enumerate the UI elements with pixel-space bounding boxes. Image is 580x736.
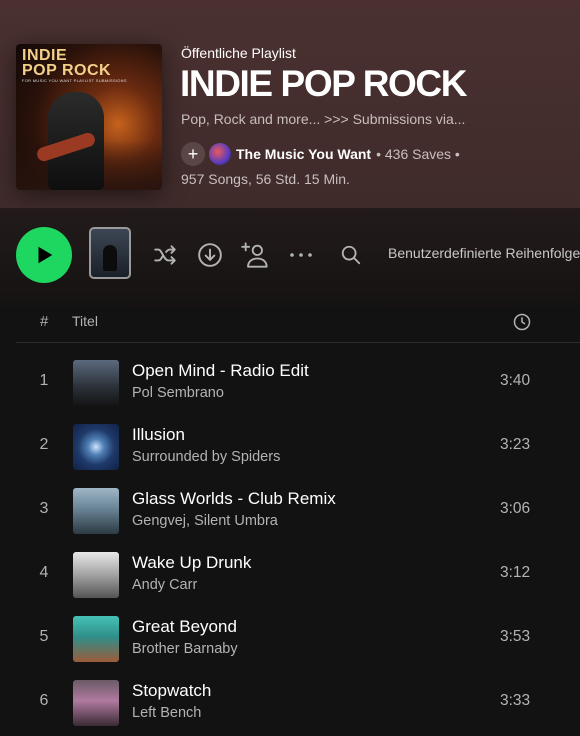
preview-figure [103,245,117,271]
track-artist[interactable]: Surrounded by Spiders [132,449,280,465]
clock-icon[interactable] [512,312,532,335]
shuffle-button[interactable] [151,241,179,269]
cover-subtitle: FOR MUSIC YOU WANT PLAYLIST SUBMISSIONS [22,78,127,83]
track-artwork [73,424,119,470]
preview-cover-button[interactable] [89,227,131,279]
owner-link[interactable]: The Music You Want [236,146,371,162]
download-icon [198,243,222,267]
track-artwork [73,616,119,662]
track-duration: 3:33 [500,692,531,709]
column-title-header[interactable]: Titel [72,313,98,329]
playlist-duration: 957 Songs, 56 Std. 15 Min. [181,171,350,187]
track-title[interactable]: Open Mind - Radio Edit [132,361,309,381]
track-artwork [73,488,119,534]
plus-icon: + [187,143,199,164]
track-artwork [73,360,119,406]
track-number: 2 [39,436,49,453]
track-title[interactable]: Stopwatch [132,681,211,701]
track-row[interactable]: 5 Great Beyond Brother Barnaby 3:53 [16,608,580,672]
track-artist[interactable]: Andy Carr [132,577,197,593]
playlist-title: INDIE POP ROCK [180,63,467,104]
sort-order-dropdown[interactable]: Benutzerdefinierte Reihenfolge [388,245,580,261]
track-table-header: # Titel [16,308,580,343]
track-row[interactable]: 1 Open Mind - Radio Edit Pol Sembrano 3:… [16,352,580,416]
search-in-playlist-button[interactable] [337,241,365,269]
track-number: 5 [39,628,49,645]
track-duration: 3:53 [500,628,531,645]
search-icon [341,245,361,265]
more-icon [290,253,312,257]
track-duration: 3:12 [500,564,531,581]
playlist-type-label: Öffentliche Playlist [181,45,296,61]
play-button[interactable] [16,227,72,283]
track-artwork [73,552,119,598]
track-row[interactable]: 2 Illusion Surrounded by Spiders 3:23 [16,416,580,480]
track-artist[interactable]: Brother Barnaby [132,641,238,657]
playlist-cover[interactable]: INDIE POP ROCK FOR MUSIC YOU WANT PLAYLIS… [16,44,162,190]
track-artist[interactable]: Left Bench [132,705,201,721]
add-to-library-button[interactable]: + [181,142,205,166]
track-row[interactable]: 6 Stopwatch Left Bench 3:33 [16,672,580,736]
track-title[interactable]: Great Beyond [132,617,237,637]
track-duration: 3:40 [500,372,531,389]
more-options-button[interactable] [287,241,315,269]
column-number-header[interactable]: # [40,313,48,330]
play-icon [38,246,53,264]
track-number: 3 [39,500,49,517]
track-duration: 3:23 [500,436,531,453]
track-number: 6 [39,692,49,709]
track-row[interactable]: 3 Glass Worlds - Club Remix Gengvej, Sil… [16,480,580,544]
track-number: 4 [39,564,49,581]
track-artist[interactable]: Pol Sembrano [132,385,224,401]
download-button[interactable] [196,241,224,269]
playlist-meta: + The Music You Want • 436 Saves • [181,141,460,167]
cover-title: INDIE POP ROCK [22,47,112,79]
owner-avatar[interactable] [209,143,231,165]
saves-count: • 436 Saves • [376,146,460,162]
track-number: 1 [39,372,49,389]
track-duration: 3:06 [500,500,531,517]
playlist-description: Pop, Rock and more... >>> Submissions vi… [181,111,466,127]
shuffle-icon [154,245,176,265]
invite-collaborator-button[interactable] [241,241,269,269]
track-title[interactable]: Glass Worlds - Club Remix [132,489,336,509]
track-row[interactable]: 4 Wake Up Drunk Andy Carr 3:12 [16,544,580,608]
track-artwork [73,680,119,726]
add-user-icon [241,242,268,268]
track-title[interactable]: Illusion [132,425,185,445]
track-artist[interactable]: Gengvej, Silent Umbra [132,513,278,529]
track-title[interactable]: Wake Up Drunk [132,553,251,573]
